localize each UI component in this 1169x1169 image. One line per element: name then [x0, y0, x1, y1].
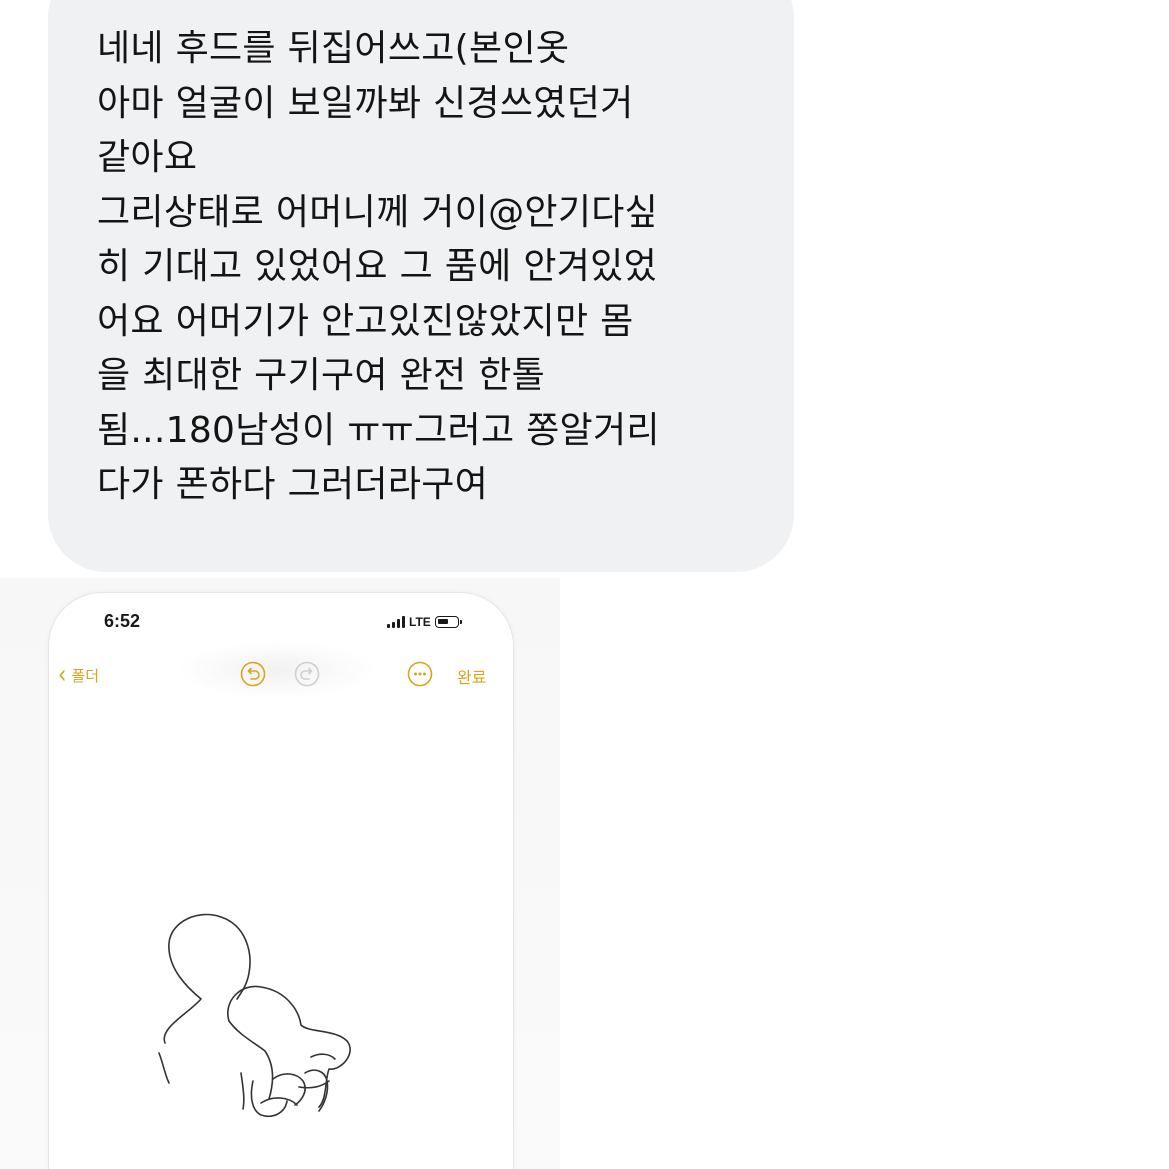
message-line: 어요 어머기가 안고있진않았지만 몸: [97, 300, 634, 342]
done-button[interactable]: 완료: [457, 664, 486, 688]
message-text: 네네 후드를 뒤집어쓰고(본인옷 아마 얼굴이 보일까봐 신경쓰였던거 같아요 …: [97, 22, 757, 513]
message-line: 을 최대한 구기구여 완전 한톨: [97, 355, 546, 396]
chevron-left-icon: ‹: [58, 660, 67, 690]
signal-icon: [387, 616, 405, 628]
message-line: 아마 얼굴이 보일까봐 신경쓰였던거: [97, 82, 634, 124]
back-label: 폴더: [71, 666, 100, 685]
network-label: LTE: [409, 615, 431, 629]
status-time: 6:52: [104, 611, 141, 631]
notes-toolbar: ‹ 폴더 완료: [49, 655, 513, 695]
sketch-drawing: [158, 913, 351, 1117]
back-button[interactable]: ‹ 폴더: [57, 657, 99, 693]
image-attachment[interactable]: 6:52 LTE ‹ 폴더 완료: [48, 592, 514, 1169]
battery-icon: [434, 616, 462, 628]
message-line: 됨...180남성이 ㅠㅠ그러고 쫑알거리: [97, 409, 660, 451]
message-line: 다가 폰하다 그러더라구여: [97, 464, 489, 505]
message-line: 히 기대고 있었어요 그 품에 안겨있었: [97, 246, 658, 287]
message-line: 네네 후드를 뒤집어쓰고(본인옷: [97, 28, 570, 69]
chat-screen: 네네 후드를 뒤집어쓰고(본인옷 아마 얼굴이 보일까봐 신경쓰였던거 같아요 …: [0, 0, 1169, 1169]
message-line: 같아요: [97, 137, 198, 178]
redo-icon[interactable]: [294, 661, 320, 687]
undo-icon[interactable]: [240, 661, 266, 687]
status-indicators: LTE: [387, 613, 462, 631]
message-line: 그리상태로 어머니께 거이@안기다싶: [97, 191, 659, 233]
more-icon[interactable]: [407, 661, 433, 687]
